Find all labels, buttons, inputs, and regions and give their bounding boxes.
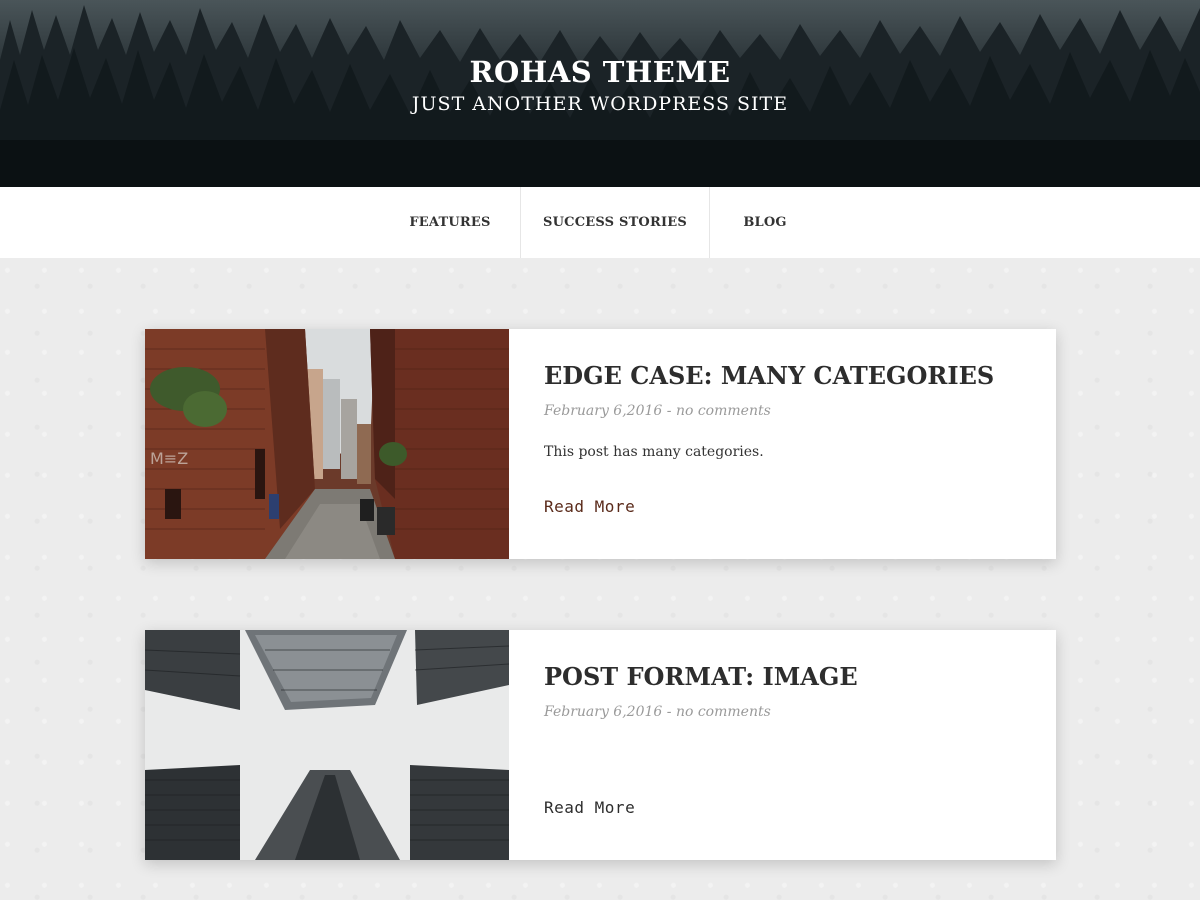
nav-item-blog[interactable]: BLOG [710,187,820,258]
post-excerpt: This post has many categories. [544,444,764,460]
post-card: M≡Z EDGE CASE: MANY CATEGORIES February … [145,329,1056,559]
skyscrapers-photo [145,630,509,860]
post-thumbnail-skyscrapers[interactable] [145,630,509,860]
post-date[interactable]: February 6,2016 [544,403,662,419]
post-comments-link[interactable]: no comments [676,704,771,720]
main-navigation: FEATURES SUCCESS STORIES BLOG [0,187,1200,258]
site-header: ROHAS THEME JUST ANOTHER WORDPRESS SITE [0,0,1200,187]
read-more-link[interactable]: Read More [544,497,635,516]
post-content: EDGE CASE: MANY CATEGORIES February 6,20… [509,329,1056,559]
site-branding: ROHAS THEME JUST ANOTHER WORDPRESS SITE [0,52,1200,116]
read-more-link[interactable]: Read More [544,798,635,817]
svg-text:M≡Z: M≡Z [150,449,188,468]
nav-item-features[interactable]: FEATURES [380,187,520,258]
post-title[interactable]: EDGE CASE: MANY CATEGORIES [544,359,1021,393]
alley-photo: M≡Z [145,329,509,559]
post-comments-link[interactable]: no comments [676,403,771,419]
meta-separator: - [662,403,676,419]
post-meta: February 6,2016 - no comments [544,703,1021,721]
post-thumbnail-alley[interactable]: M≡Z [145,329,509,559]
meta-separator: - [662,704,676,720]
site-tagline: JUST ANOTHER WORDPRESS SITE [411,93,789,115]
post-date[interactable]: February 6,2016 [544,704,662,720]
site-title[interactable]: ROHAS THEME [0,52,1200,92]
post-list: M≡Z EDGE CASE: MANY CATEGORIES February … [0,258,1200,900]
post-title[interactable]: POST FORMAT: IMAGE [544,660,1021,694]
post-content: POST FORMAT: IMAGE February 6,2016 - no … [509,630,1056,860]
post-card: POST FORMAT: IMAGE February 6,2016 - no … [145,630,1056,860]
nav-item-success-stories[interactable]: SUCCESS STORIES [521,187,709,258]
post-meta: February 6,2016 - no comments [544,402,1021,420]
